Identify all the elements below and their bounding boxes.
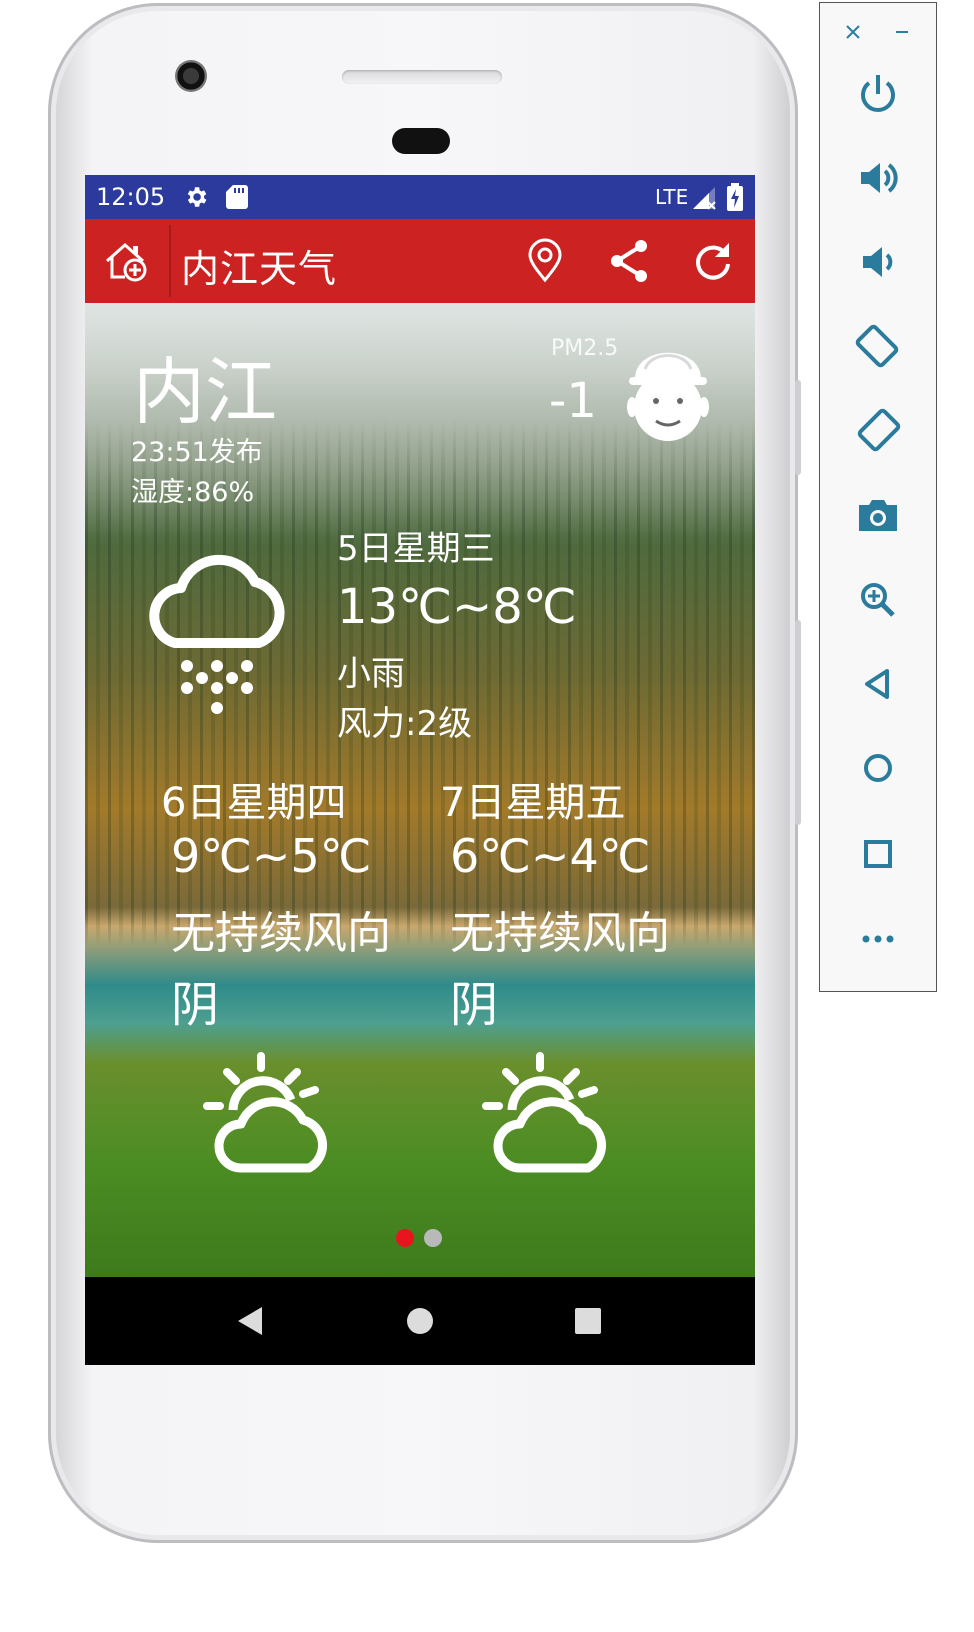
sun-cloud-icon bbox=[482, 1052, 607, 1173]
emulator-toolbar bbox=[819, 2, 937, 992]
recents-nav-icon[interactable] bbox=[573, 1305, 603, 1337]
refresh-icon[interactable] bbox=[689, 237, 737, 285]
signal-icon bbox=[693, 187, 716, 210]
forecast-1-weather: 阴 bbox=[171, 977, 220, 1033]
zoom-icon[interactable] bbox=[853, 575, 903, 625]
pm25-value: -1 bbox=[549, 373, 597, 429]
network-type: LTE bbox=[655, 185, 689, 209]
forecast-2-wind: 无持续风向 bbox=[450, 908, 670, 959]
home-nav-icon[interactable] bbox=[405, 1305, 435, 1337]
more-icon[interactable] bbox=[853, 913, 903, 963]
pager-dot[interactable] bbox=[424, 1229, 442, 1247]
back-icon[interactable] bbox=[853, 659, 903, 709]
overview-icon[interactable] bbox=[853, 829, 903, 879]
share-icon[interactable] bbox=[605, 237, 653, 285]
forecast-1-temp: 9℃~5℃ bbox=[171, 829, 372, 883]
earpiece-speaker bbox=[342, 70, 502, 84]
android-nav-bar bbox=[85, 1277, 755, 1365]
weather-pager[interactable]: 内江 23:51发布 湿度:86% PM2.5 -1 5日星期三 13℃~8℃ … bbox=[85, 303, 755, 1277]
device-screen: 12:05 LTE 内江天气 内江 23:51发布 湿度:86% PM2.5 -… bbox=[85, 175, 755, 1365]
today-date: 5日星期三 bbox=[337, 529, 495, 569]
back-nav-icon[interactable] bbox=[236, 1305, 264, 1337]
face-mask-icon bbox=[627, 352, 709, 441]
power-icon[interactable] bbox=[853, 69, 903, 119]
forecast-1-wind: 无持续风向 bbox=[171, 908, 391, 959]
camera-icon[interactable] bbox=[853, 491, 903, 541]
app-bar: 内江天气 bbox=[85, 219, 755, 303]
volume-side-button bbox=[795, 620, 801, 825]
status-bar: 12:05 LTE bbox=[85, 175, 755, 219]
rotate-right-icon[interactable] bbox=[853, 405, 903, 455]
volume-down-icon[interactable] bbox=[853, 237, 903, 287]
sd-card-icon bbox=[226, 185, 248, 209]
settings-icon bbox=[187, 187, 207, 207]
power-side-button bbox=[795, 380, 801, 475]
app-title: 内江天气 bbox=[181, 247, 338, 291]
home-add-icon[interactable] bbox=[103, 237, 151, 285]
front-camera bbox=[175, 60, 207, 92]
today-temp: 13℃~8℃ bbox=[337, 579, 577, 635]
status-time: 12:05 bbox=[96, 183, 166, 211]
minimize-icon[interactable] bbox=[894, 24, 910, 40]
proximity-sensor bbox=[392, 128, 450, 154]
battery-icon bbox=[727, 183, 743, 211]
close-icon[interactable] bbox=[845, 24, 861, 40]
today-wind: 风力:2级 bbox=[337, 704, 473, 744]
cloud-rain-icon bbox=[149, 554, 285, 714]
location-pin-icon[interactable] bbox=[521, 237, 569, 285]
home-icon[interactable] bbox=[853, 743, 903, 793]
forecast-2-date: 7日星期五 bbox=[440, 780, 626, 826]
humidity: 湿度:86% bbox=[131, 477, 255, 508]
forecast-1-date: 6日星期四 bbox=[161, 780, 347, 826]
publish-time: 23:51发布 bbox=[131, 437, 263, 468]
city-name: 内江 bbox=[133, 350, 278, 434]
appbar-divider bbox=[169, 225, 171, 297]
pager-dot-active[interactable] bbox=[396, 1229, 414, 1247]
volume-up-icon[interactable] bbox=[853, 153, 903, 203]
forecast-2-weather: 阴 bbox=[450, 977, 499, 1033]
forecast-2-temp: 6℃~4℃ bbox=[450, 829, 651, 883]
sun-cloud-icon bbox=[203, 1052, 328, 1173]
pm25-label: PM2.5 bbox=[551, 336, 619, 361]
today-weather: 小雨 bbox=[337, 654, 405, 694]
rotate-left-icon[interactable] bbox=[853, 321, 903, 371]
